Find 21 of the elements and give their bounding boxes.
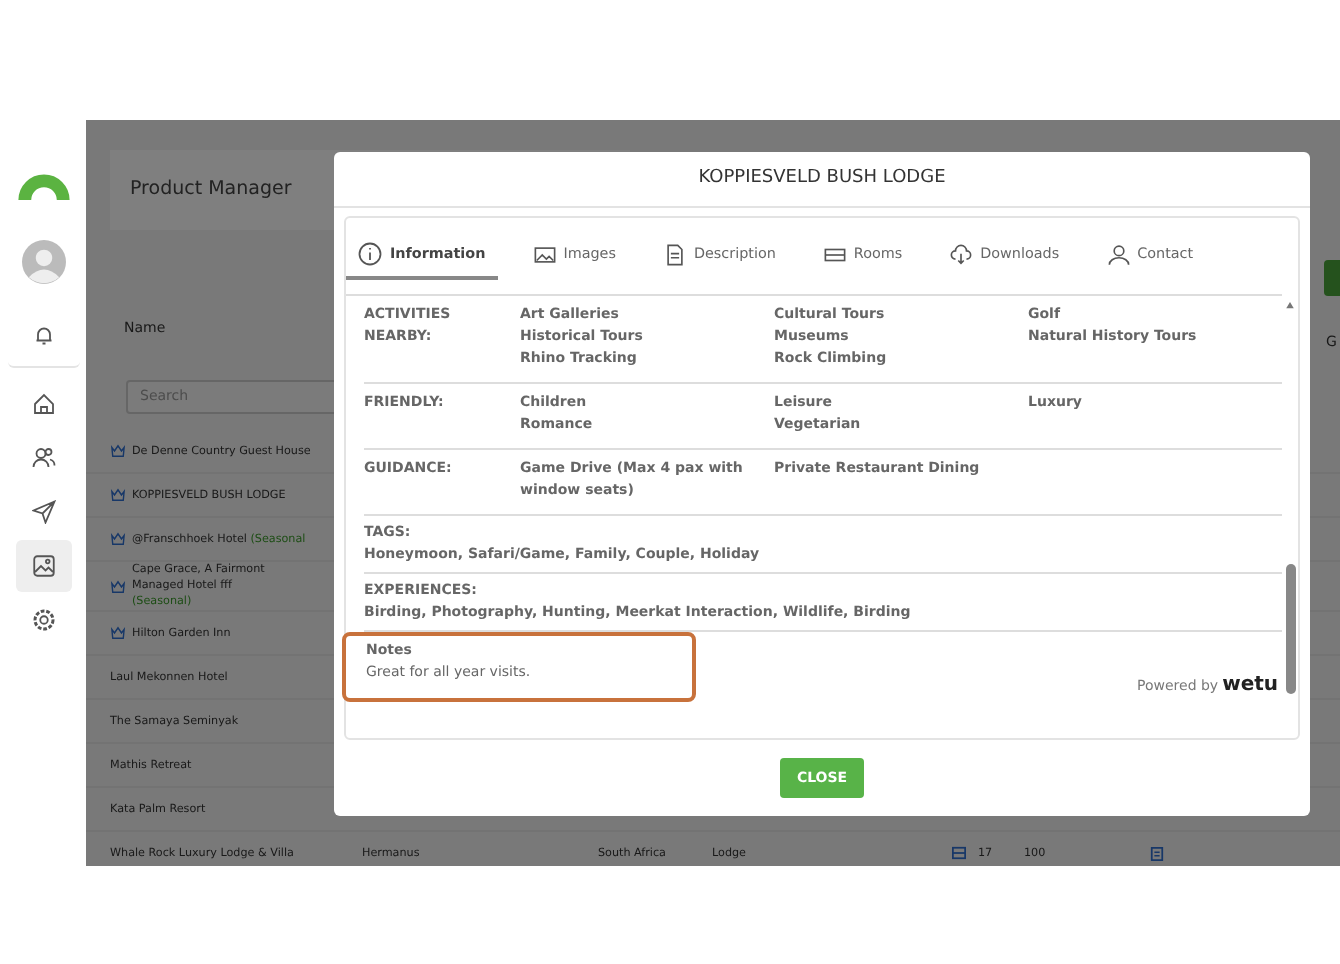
rooms-icon [950,846,968,861]
home-icon [31,392,55,416]
cloud-download-icon [950,243,973,265]
bed-icon [823,243,846,265]
person-icon [1107,243,1130,265]
image-icon [31,554,55,578]
settings-icon [31,608,55,632]
info-icon [358,242,382,266]
document-icon [1150,844,1164,864]
users-icon [31,446,55,470]
document-icon [663,243,686,265]
send-icon [31,500,55,524]
scroll-up-arrow-icon [1284,300,1296,310]
brand-logo: wetu [1222,676,1278,696]
image-icon [533,243,556,265]
logo-arc-icon [17,168,69,200]
scrollbar-thumb[interactable] [1285,564,1295,694]
sidebar-item[interactable] [15,540,71,592]
modal-title: KOPPIESVELD BUSH LODGE [334,152,1310,208]
avatar-icon [21,240,65,284]
bell-icon [31,323,55,347]
